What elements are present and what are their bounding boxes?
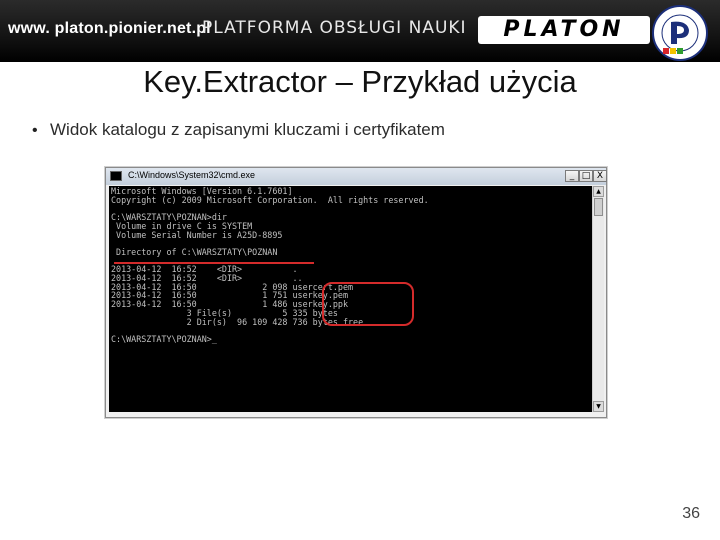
slide-title: Key.Extractor – Przykład użycia: [143, 64, 577, 99]
pionier-seal-icon: [652, 5, 708, 61]
page-number: 36: [682, 505, 700, 522]
scroll-down-icon[interactable]: ▼: [593, 401, 604, 412]
cmd-titlebar[interactable]: C:\Windows\System32\cmd.exe _ □ X: [106, 168, 607, 185]
bullet-text: Widok katalogu z zapisanymi kluczami i c…: [50, 120, 445, 139]
directory-underline: [114, 262, 314, 264]
vertical-scrollbar[interactable]: ▲ ▼: [592, 186, 604, 412]
close-button[interactable]: X: [593, 170, 607, 182]
platon-logo: PLATON: [478, 16, 650, 44]
bullet-symbol: •: [32, 122, 38, 139]
cmd-window-title: C:\Windows\System32\cmd.exe: [128, 170, 256, 180]
bullet-item: • Widok katalogu z zapisanymi kluczami i …: [32, 120, 445, 140]
scroll-up-icon[interactable]: ▲: [593, 186, 604, 197]
cmd-icon: [110, 171, 122, 181]
platform-name: PLATFORMA OBSŁUGI NAUKI: [202, 18, 467, 38]
header-banner: www. platon.pionier.net.pl PLATFORMA OBS…: [0, 0, 720, 62]
platon-logo-text: PLATON: [503, 17, 625, 42]
maximize-button[interactable]: □: [579, 170, 593, 182]
scroll-thumb[interactable]: [594, 198, 603, 216]
files-highlight-circle: [322, 282, 414, 326]
site-url[interactable]: www. platon.pionier.net.pl: [8, 20, 211, 38]
minimize-button[interactable]: _: [565, 170, 579, 182]
